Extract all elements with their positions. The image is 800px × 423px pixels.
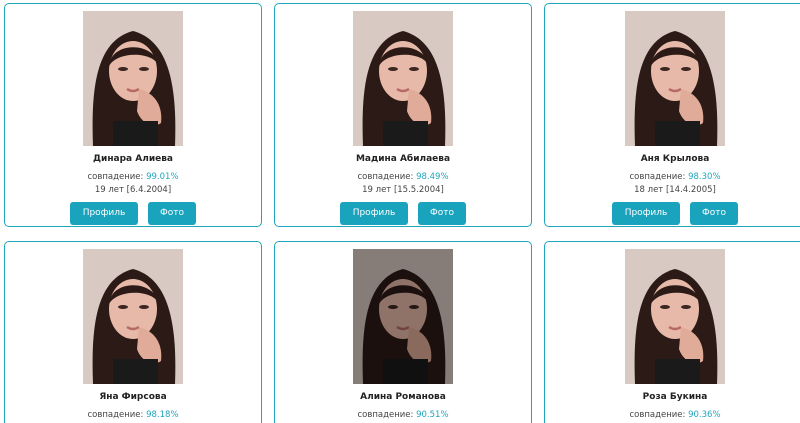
person-name: Аня Крылова [640, 154, 710, 164]
result-card: Роза Букина совпадение: 90.36% [544, 241, 800, 423]
age-info: 19 лет [15.5.2004] [362, 185, 444, 195]
match-label: совпадение: [357, 410, 417, 420]
match-line: совпадение: 90.51% [275, 410, 531, 420]
result-card: Динара Алиева совпадение: 99.01% 19 лет … [4, 3, 262, 227]
profile-photo[interactable] [353, 249, 453, 384]
profile-photo[interactable] [83, 249, 183, 384]
match-label: совпадение: [357, 172, 417, 182]
person-name: Динара Алиева [93, 154, 173, 164]
result-card: Яна Фирсова совпадение: 98.18% [4, 241, 262, 423]
result-card: Алина Романова совпадение: 90.51% [274, 241, 532, 423]
match-label: совпадение: [87, 410, 147, 420]
results-grid: Динара Алиева совпадение: 99.01% 19 лет … [0, 0, 800, 423]
match-line: совпадение: 90.36% [545, 410, 800, 420]
result-card: Аня Крылова совпадение: 98.30% 18 лет [1… [544, 3, 800, 227]
portrait-image [625, 249, 725, 384]
person-name: Роза Букина [642, 392, 708, 402]
portrait-image [353, 11, 453, 146]
match-percent: 98.30% [688, 172, 721, 182]
card-actions: Профиль Фото [545, 202, 800, 225]
photo-button[interactable]: Фото [418, 202, 466, 225]
match-label: совпадение: [629, 410, 689, 420]
portrait-image [83, 249, 183, 384]
match-line: совпадение: 98.18% [5, 410, 261, 420]
card-actions: Профиль Фото [275, 202, 531, 225]
match-percent: 90.51% [416, 410, 449, 420]
profile-button[interactable]: Профиль [340, 202, 408, 225]
match-label: совпадение: [629, 172, 689, 182]
match-line: совпадение: 99.01% [5, 172, 261, 182]
person-name: Алина Романова [360, 392, 446, 402]
photo-button[interactable]: Фото [148, 202, 196, 225]
match-line: совпадение: 98.49% [275, 172, 531, 182]
photo-button[interactable]: Фото [690, 202, 738, 225]
person-name: Мадина Абилаева [355, 154, 451, 164]
age-info: 19 лет [6.4.2004] [94, 185, 172, 195]
match-percent: 98.18% [146, 410, 179, 420]
card-actions: Профиль Фото [5, 202, 261, 225]
profile-photo[interactable] [625, 249, 725, 384]
profile-button[interactable]: Профиль [612, 202, 680, 225]
portrait-image [353, 249, 453, 384]
match-percent: 90.36% [688, 410, 721, 420]
match-line: совпадение: 98.30% [545, 172, 800, 182]
match-percent: 98.49% [416, 172, 449, 182]
portrait-image [83, 11, 183, 146]
profile-photo[interactable] [353, 11, 453, 146]
profile-button[interactable]: Профиль [70, 202, 138, 225]
profile-photo[interactable] [83, 11, 183, 146]
age-info: 18 лет [14.4.2005] [634, 185, 716, 195]
match-label: совпадение: [87, 172, 147, 182]
result-card: Мадина Абилаева совпадение: 98.49% 19 ле… [274, 3, 532, 227]
profile-photo[interactable] [625, 11, 725, 146]
person-name: Яна Фирсова [99, 392, 167, 402]
portrait-image [625, 11, 725, 146]
match-percent: 99.01% [146, 172, 179, 182]
